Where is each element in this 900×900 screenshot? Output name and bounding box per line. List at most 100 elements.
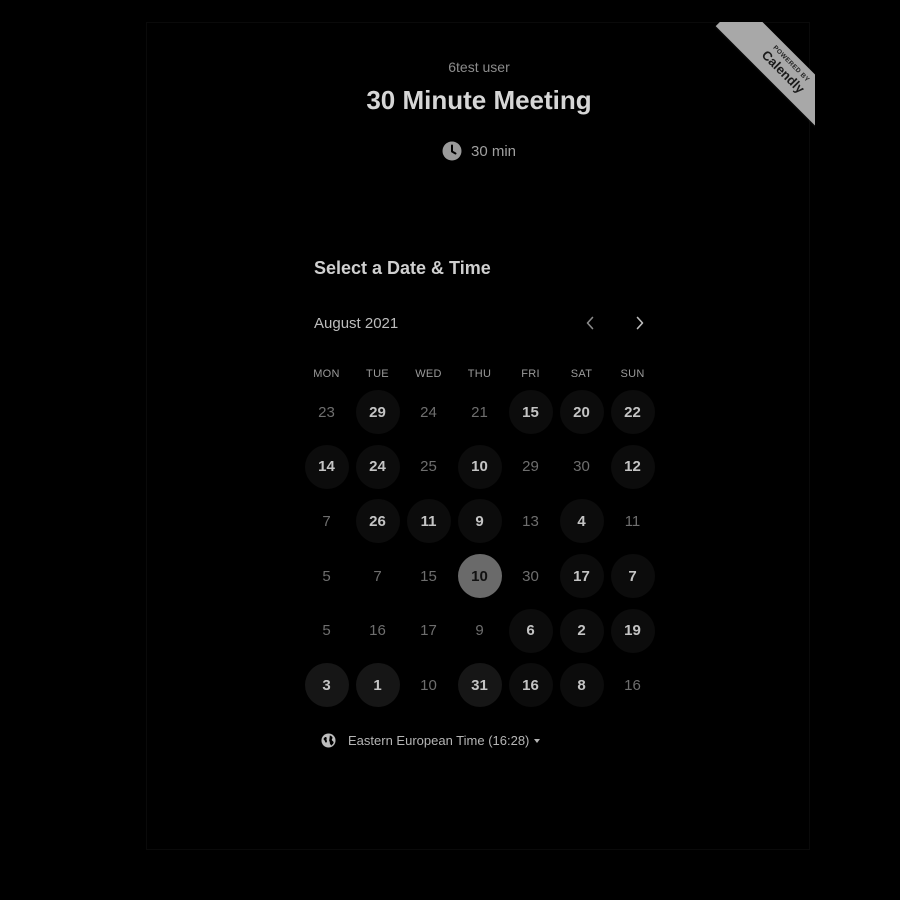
calendar-day-cell: 16 xyxy=(352,603,403,658)
calendar-day-cell: 5 xyxy=(301,603,352,658)
calendar-day-available[interactable]: 22 xyxy=(610,390,655,435)
weekday-header-row: MON TUE WED THU FRI SAT SUN xyxy=(301,368,658,380)
calendar-day-cell: 30 xyxy=(556,440,607,495)
calendar-day-unavailable: 11 xyxy=(624,512,641,530)
calendar-day-available[interactable]: 10 xyxy=(457,444,502,489)
dropdown-caret-icon xyxy=(534,738,541,743)
calendar-day-available[interactable]: 15 xyxy=(508,390,553,435)
calendar-day-cell: 15 xyxy=(403,549,454,604)
calendar-day-available[interactable]: 12 xyxy=(610,444,655,489)
calendar-day-unavailable: 9 xyxy=(475,622,484,640)
calendar-day-unavailable: 7 xyxy=(322,512,331,530)
calendar-day-cell: 17 xyxy=(556,549,607,604)
calendar-day-cell: 12 xyxy=(607,440,658,495)
calendar-day-cell: 9 xyxy=(454,494,505,549)
chevron-left-icon xyxy=(586,316,594,330)
weekday-label: SUN xyxy=(620,368,645,380)
calendar-day-available[interactable]: 7 xyxy=(610,554,655,599)
calendar-day-cell: 11 xyxy=(403,494,454,549)
booking-card: POWERED BY Calendly 6test user 30 Minute… xyxy=(146,22,815,850)
calendar-day-available[interactable]: 8 xyxy=(559,663,604,708)
calendar-day-cell: 5 xyxy=(301,549,352,604)
calendar-day-cell: 1 xyxy=(352,658,403,713)
calendar-day-cell: 10 xyxy=(454,440,505,495)
calendar-day-cell: 22 xyxy=(607,385,658,440)
calendar-day-grid: 23 29 24 21 15 20 22 14 24 25 10 29 30 12 7 26 11 9 13 4 11 5… xyxy=(301,385,658,713)
timezone-label: Eastern European Time (16:28) xyxy=(348,733,530,748)
calendar-day-cell: 9 xyxy=(454,603,505,658)
calendar-day-cell: 24 xyxy=(352,440,403,495)
calendar-day-cell: 31 xyxy=(454,658,505,713)
calendar-day-cell: 2 xyxy=(556,603,607,658)
calendar-day-unavailable: 7 xyxy=(373,567,382,585)
calendar-day-cell: 16 xyxy=(505,658,556,713)
calendar-day-unavailable: 30 xyxy=(522,567,539,585)
weekday-label: WED xyxy=(415,368,442,380)
weekday-label: FRI xyxy=(521,368,540,380)
clock-icon xyxy=(442,141,462,161)
calendar-day-cell: 21 xyxy=(454,385,505,440)
calendar-day-cell: 25 xyxy=(403,440,454,495)
weekday-label: THU xyxy=(467,368,492,380)
calendar-day-unavailable: 23 xyxy=(318,403,335,421)
calendar-day-available[interactable]: 4 xyxy=(559,499,604,544)
calendar-day-available[interactable]: 1 xyxy=(355,663,400,708)
calendar-day-cell: 11 xyxy=(607,494,658,549)
weekday-label: TUE xyxy=(366,368,389,380)
event-title: 30 Minute Meeting xyxy=(366,85,592,115)
calendar-day-cell: 26 xyxy=(352,494,403,549)
calendar-day-unavailable: 29 xyxy=(522,458,539,476)
calendar-day-available[interactable]: 24 xyxy=(355,444,400,489)
calendar-day-unavailable: 16 xyxy=(624,676,641,694)
calendar-day-cell: 30 xyxy=(505,549,556,604)
weekday-label: MON xyxy=(313,368,340,380)
select-date-heading: Select a Date & Time xyxy=(314,258,491,278)
calendar-day-unavailable: 30 xyxy=(573,458,590,476)
calendar-day-unavailable: 13 xyxy=(522,512,539,530)
previous-month-button[interactable] xyxy=(578,311,602,335)
calendar-day-available[interactable]: 31 xyxy=(457,663,502,708)
calendar-day-available[interactable]: 29 xyxy=(355,390,400,435)
calendar-day-cell: 10 xyxy=(454,549,505,604)
calendar-day-cell: 3 xyxy=(301,658,352,713)
calendar-day-cell: 14 xyxy=(301,440,352,495)
calendar-day-available[interactable]: 26 xyxy=(355,499,400,544)
calendar-day-unavailable: 17 xyxy=(420,622,437,640)
calendar-day-unavailable: 5 xyxy=(322,567,331,585)
calendar-day-cell: 7 xyxy=(607,549,658,604)
event-duration: 30 min xyxy=(147,141,811,161)
duration-label: 30 min xyxy=(470,142,517,160)
month-label: August 2021 xyxy=(314,315,399,332)
calendar-day-cell: 7 xyxy=(301,494,352,549)
calendar-day-unavailable: 15 xyxy=(420,567,437,585)
calendar-day-available[interactable]: 11 xyxy=(406,499,451,544)
calendar-day-cell: 10 xyxy=(403,658,454,713)
calendar-day-cell: 17 xyxy=(403,603,454,658)
calendar-day-cell: 8 xyxy=(556,658,607,713)
calendar-day-unavailable: 16 xyxy=(369,622,386,640)
calendar-day-cell: 19 xyxy=(607,603,658,658)
calendar-day-cell: 20 xyxy=(556,385,607,440)
calendar-day-cell: 13 xyxy=(505,494,556,549)
calendar-day-available[interactable]: 2 xyxy=(559,608,604,653)
calendar-day-selected[interactable]: 10 xyxy=(457,554,502,599)
calendar-day-cell: 29 xyxy=(505,440,556,495)
calendar-day-available[interactable]: 16 xyxy=(508,663,553,708)
calendar-day-available[interactable]: 20 xyxy=(559,390,604,435)
calendar-day-available[interactable]: 19 xyxy=(610,608,655,653)
calendar-day-cell: 16 xyxy=(607,658,658,713)
calendar-day-unavailable: 10 xyxy=(420,676,437,694)
calendar-day-cell: 29 xyxy=(352,385,403,440)
next-month-button[interactable] xyxy=(628,311,652,335)
calendar-day-available[interactable]: 9 xyxy=(457,499,502,544)
calendar-day-available[interactable]: 17 xyxy=(559,554,604,599)
calendar-day-cell: 6 xyxy=(505,603,556,658)
calendar-day-cell: 7 xyxy=(352,549,403,604)
timezone-selector[interactable]: Eastern European Time (16:28) xyxy=(321,733,541,748)
calendar-day-available[interactable]: 14 xyxy=(304,444,349,489)
calendar-day-available[interactable]: 3 xyxy=(304,663,349,708)
globe-icon xyxy=(321,733,336,748)
calendar-day-available[interactable]: 6 xyxy=(508,608,553,653)
calendar-day-cell: 24 xyxy=(403,385,454,440)
calendar-day-unavailable: 5 xyxy=(322,622,331,640)
